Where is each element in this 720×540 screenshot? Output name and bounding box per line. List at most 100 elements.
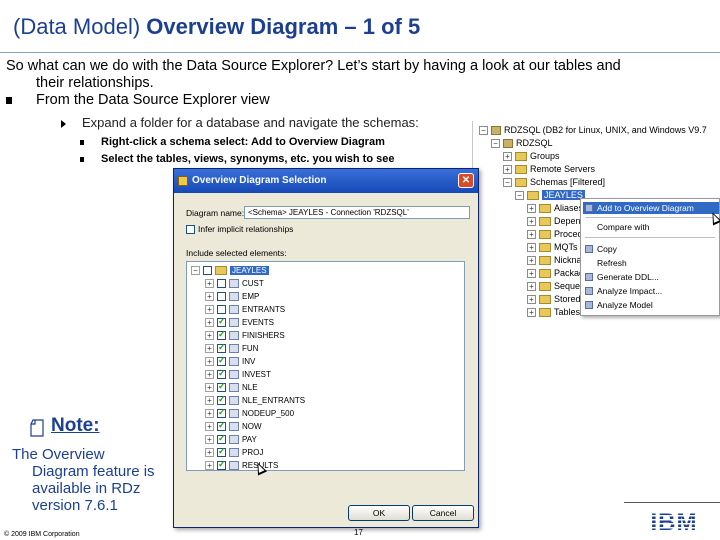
- table-icon: [229, 421, 239, 431]
- expand-icon[interactable]: +: [527, 268, 536, 278]
- element-label: FUN: [242, 343, 259, 353]
- expand-icon[interactable]: +: [205, 291, 214, 301]
- element-row[interactable]: + FINISHERS: [205, 329, 285, 341]
- folder-icon: [539, 307, 551, 317]
- expand-icon[interactable]: +: [527, 281, 536, 291]
- expand-icon[interactable]: +: [527, 203, 536, 213]
- expand-icon[interactable]: +: [205, 330, 214, 340]
- element-checkbox[interactable]: [217, 342, 226, 353]
- expand-icon[interactable]: +: [205, 447, 214, 457]
- expand-icon[interactable]: +: [205, 304, 214, 314]
- element-row[interactable]: + PROJ: [205, 446, 263, 458]
- expand-icon[interactable]: +: [527, 255, 536, 265]
- infer-relationships-option[interactable]: Infer implicit relationships: [186, 224, 293, 235]
- tree-row-connection[interactable]: − RDZSQL (DB2 for Linux, UNIX, and Window…: [479, 124, 707, 136]
- expand-icon[interactable]: +: [527, 242, 536, 252]
- element-checkbox[interactable]: [217, 278, 226, 288]
- element-label: NLE: [242, 382, 258, 392]
- element-row[interactable]: + FUN: [205, 342, 258, 354]
- element-checkbox[interactable]: [217, 355, 226, 366]
- menu-item-copy[interactable]: Copy: [583, 243, 719, 255]
- element-checkbox[interactable]: [217, 329, 226, 340]
- tree-row-tables[interactable]: + Tables: [527, 306, 580, 318]
- table-icon: [229, 304, 239, 314]
- tree-row-schemas[interactable]: − Schemas [Filtered]: [503, 176, 605, 188]
- expand-icon[interactable]: +: [205, 369, 214, 379]
- expand-icon[interactable]: +: [205, 460, 214, 470]
- element-checkbox[interactable]: [217, 394, 226, 405]
- element-checkbox[interactable]: [217, 407, 226, 418]
- element-row[interactable]: + NLE: [205, 381, 258, 393]
- element-row[interactable]: + CUST: [205, 277, 264, 289]
- expand-icon[interactable]: +: [527, 307, 536, 317]
- element-checkbox[interactable]: [217, 446, 226, 457]
- expand-icon[interactable]: +: [205, 434, 214, 444]
- expand-icon[interactable]: +: [527, 229, 536, 239]
- collapse-icon[interactable]: −: [479, 125, 488, 135]
- folder-icon: [539, 229, 551, 239]
- menu-item-add-to-overview-diagram[interactable]: Add to Overview Diagram: [583, 202, 719, 214]
- sub-bullet-expand-text: Expand a folder for a database and navig…: [82, 115, 419, 130]
- element-checkbox[interactable]: [217, 291, 226, 301]
- menu-item-generate-ddl[interactable]: Generate DDL...: [583, 271, 719, 283]
- element-schema-row[interactable]: − JEAYLES: [191, 264, 269, 276]
- element-row[interactable]: + NOW: [205, 420, 262, 432]
- tree-row-mqts[interactable]: + MQTs: [527, 241, 578, 253]
- expand-icon[interactable]: +: [205, 317, 214, 327]
- cancel-button[interactable]: Cancel: [412, 505, 474, 521]
- dialog-titlebar[interactable]: Overview Diagram Selection ✕: [174, 169, 478, 193]
- element-checkbox[interactable]: [217, 304, 226, 314]
- overview-diagram-selection-dialog: Overview Diagram Selection ✕ Diagram nam…: [173, 168, 479, 528]
- expand-icon[interactable]: +: [527, 216, 536, 226]
- collapse-icon[interactable]: −: [191, 265, 200, 275]
- element-row[interactable]: +RESULTS: [205, 459, 278, 470]
- menu-item-analyze-impact[interactable]: Analyze Impact...: [583, 285, 719, 297]
- collapse-icon[interactable]: −: [491, 138, 500, 148]
- expand-icon[interactable]: +: [205, 395, 214, 405]
- expand-icon[interactable]: +: [205, 278, 214, 288]
- element-row[interactable]: + ENTRANTS: [205, 303, 285, 315]
- tree-row-database[interactable]: − RDZSQL: [491, 137, 553, 149]
- expand-icon[interactable]: +: [205, 382, 214, 392]
- element-row[interactable]: + INVEST: [205, 368, 271, 380]
- expand-icon[interactable]: +: [205, 356, 214, 366]
- expand-icon[interactable]: +: [503, 151, 512, 161]
- element-checkbox[interactable]: [217, 433, 226, 444]
- elements-tree[interactable]: − JEAYLES + CUST + EMP + ENTRANTS + EVENTS + FINIS…: [186, 261, 465, 471]
- tree-row-schema-jeayles[interactable]: − JEAYLES: [515, 189, 585, 201]
- note-line-2: Diagram feature is: [32, 463, 155, 480]
- diagram-name-label: Diagram name:: [186, 208, 245, 218]
- expand-icon[interactable]: +: [527, 294, 536, 304]
- menu-item-compare-with[interactable]: Compare with: [583, 221, 719, 233]
- schema-checkbox[interactable]: [203, 265, 212, 275]
- tree-row-aliases[interactable]: + Aliases: [527, 202, 583, 214]
- diagram-name-input[interactable]: <Schema> JEAYLES - Connection 'RDZSQL': [244, 206, 470, 219]
- element-checkbox[interactable]: [217, 381, 226, 392]
- expand-icon[interactable]: +: [205, 343, 214, 353]
- collapse-icon[interactable]: −: [503, 177, 512, 187]
- infer-relationships-checkbox[interactable]: [186, 225, 195, 235]
- expand-icon[interactable]: +: [205, 408, 214, 418]
- tree-row-remote-servers[interactable]: + Remote Servers: [503, 163, 595, 175]
- expand-icon[interactable]: +: [205, 421, 214, 431]
- element-row[interactable]: + EVENTS: [205, 316, 274, 328]
- tree-row-groups[interactable]: + Groups: [503, 150, 560, 162]
- close-button[interactable]: ✕: [458, 173, 474, 188]
- collapse-icon[interactable]: −: [515, 190, 524, 200]
- element-row[interactable]: + PAY: [205, 433, 257, 445]
- tree-row-label: JEAYLES: [542, 190, 585, 200]
- ok-button[interactable]: OK: [348, 505, 410, 521]
- menu-item-refresh[interactable]: Refresh: [583, 257, 719, 269]
- element-label: ENTRANTS: [242, 304, 286, 314]
- element-row[interactable]: + INV: [205, 355, 255, 367]
- element-checkbox[interactable]: [217, 459, 226, 470]
- menu-item-analyze-model[interactable]: Analyze Model: [583, 299, 719, 311]
- element-row[interactable]: + EMP: [205, 290, 259, 302]
- element-row[interactable]: + NODEUP_500: [205, 407, 294, 419]
- element-checkbox[interactable]: [217, 316, 226, 327]
- menu-item-label: Generate DDL...: [597, 272, 659, 282]
- element-row[interactable]: + NLE_ENTRANTS: [205, 394, 305, 406]
- element-checkbox[interactable]: [217, 420, 226, 431]
- element-checkbox[interactable]: [217, 368, 226, 379]
- expand-icon[interactable]: +: [503, 164, 512, 174]
